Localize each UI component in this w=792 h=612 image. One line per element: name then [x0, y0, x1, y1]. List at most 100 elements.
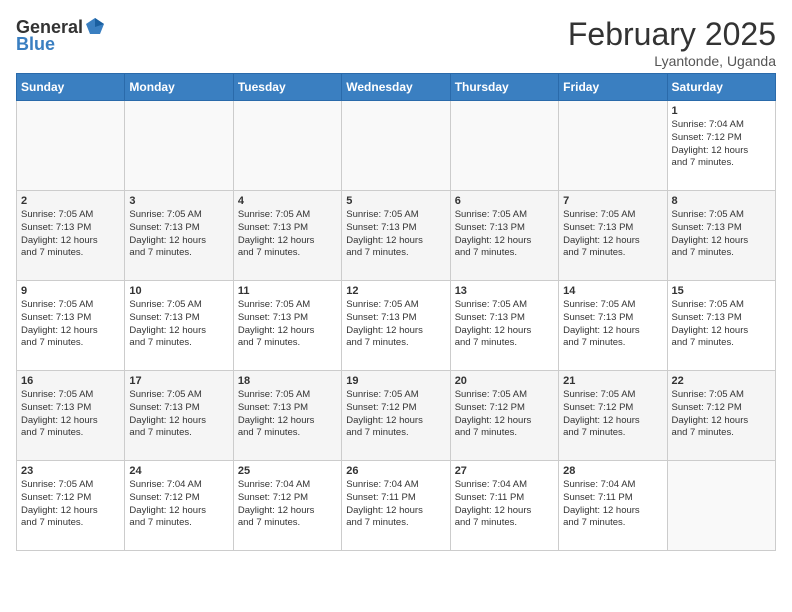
week-row-1: 1Sunrise: 7:04 AM Sunset: 7:12 PM Daylig… — [17, 101, 776, 191]
day-number: 28 — [563, 465, 662, 477]
day-number: 8 — [672, 195, 771, 207]
day-info: Sunrise: 7:05 AM Sunset: 7:13 PM Dayligh… — [238, 209, 337, 260]
week-row-4: 16 Sunrise: 7:05 AM Sunset: 7:13 PM Dayli… — [17, 371, 776, 461]
day-cell: 28 Sunrise: 7:04 AM Sunset: 7:11 PM Dayli… — [559, 461, 667, 551]
day-number: 18 — [238, 375, 337, 387]
day-number: 23 — [21, 465, 120, 477]
weekday-header-sunday: Sunday — [17, 74, 125, 101]
day-cell: 1Sunrise: 7:04 AM Sunset: 7:12 PM Daylig… — [667, 101, 775, 191]
day-info: Sunrise: 7:04 AM Sunset: 7:11 PM Dayligh… — [563, 479, 662, 530]
day-cell — [667, 461, 775, 551]
day-info: Sunrise: 7:05 AM Sunset: 7:12 PM Dayligh… — [672, 389, 771, 440]
day-number: 1 — [672, 105, 771, 117]
calendar-table: SundayMondayTuesdayWednesdayThursdayFrid… — [16, 73, 776, 551]
day-info: Sunrise: 7:05 AM Sunset: 7:13 PM Dayligh… — [238, 299, 337, 350]
weekday-header-tuesday: Tuesday — [233, 74, 341, 101]
day-info: Sunrise: 7:05 AM Sunset: 7:13 PM Dayligh… — [455, 209, 554, 260]
day-cell: 21 Sunrise: 7:05 AM Sunset: 7:12 PM Dayli… — [559, 371, 667, 461]
day-info: Sunrise: 7:05 AM Sunset: 7:13 PM Dayligh… — [21, 209, 120, 260]
day-cell: 24 Sunrise: 7:04 AM Sunset: 7:12 PM Dayli… — [125, 461, 233, 551]
day-number: 16 — [21, 375, 120, 387]
day-info: Sunrise: 7:05 AM Sunset: 7:12 PM Dayligh… — [563, 389, 662, 440]
day-number: 15 — [672, 285, 771, 297]
day-cell — [17, 101, 125, 191]
day-number: 9 — [21, 285, 120, 297]
day-cell: 3Sunrise: 7:05 AM Sunset: 7:13 PM Daylig… — [125, 191, 233, 281]
day-cell: 20Sunrise: 7:05 AM Sunset: 7:12 PM Dayli… — [450, 371, 558, 461]
day-number: 12 — [346, 285, 445, 297]
day-cell: 10Sunrise: 7:05 AM Sunset: 7:13 PM Dayli… — [125, 281, 233, 371]
day-cell — [559, 101, 667, 191]
day-info: Sunrise: 7:05 AM Sunset: 7:13 PM Dayligh… — [455, 299, 554, 350]
day-cell: 4 Sunrise: 7:05 AM Sunset: 7:13 PM Daylig… — [233, 191, 341, 281]
weekday-header-wednesday: Wednesday — [342, 74, 450, 101]
day-number: 5 — [346, 195, 445, 207]
day-cell: 18Sunrise: 7:05 AM Sunset: 7:13 PM Dayli… — [233, 371, 341, 461]
day-number: 22 — [672, 375, 771, 387]
title-block: February 2025 Lyantonde, Uganda — [568, 16, 776, 69]
day-cell — [450, 101, 558, 191]
day-cell: 2Sunrise: 7:05 AM Sunset: 7:13 PM Daylig… — [17, 191, 125, 281]
day-cell: 8 Sunrise: 7:05 AM Sunset: 7:13 PM Daylig… — [667, 191, 775, 281]
week-row-5: 23 Sunrise: 7:05 AM Sunset: 7:12 PM Dayli… — [17, 461, 776, 551]
week-row-2: 2Sunrise: 7:05 AM Sunset: 7:13 PM Daylig… — [17, 191, 776, 281]
day-info: Sunrise: 7:04 AM Sunset: 7:12 PM Dayligh… — [238, 479, 337, 530]
weekday-header-friday: Friday — [559, 74, 667, 101]
day-info: Sunrise: 7:05 AM Sunset: 7:13 PM Dayligh… — [672, 209, 771, 260]
day-info: Sunrise: 7:05 AM Sunset: 7:13 PM Dayligh… — [129, 209, 228, 260]
day-cell: 5 Sunrise: 7:05 AM Sunset: 7:13 PM Daylig… — [342, 191, 450, 281]
day-number: 13 — [455, 285, 554, 297]
day-info: Sunrise: 7:05 AM Sunset: 7:13 PM Dayligh… — [346, 209, 445, 260]
weekday-header-thursday: Thursday — [450, 74, 558, 101]
day-cell: 27 Sunrise: 7:04 AM Sunset: 7:11 PM Dayli… — [450, 461, 558, 551]
day-number: 25 — [238, 465, 337, 477]
day-info: Sunrise: 7:05 AM Sunset: 7:13 PM Dayligh… — [21, 389, 120, 440]
day-number: 14 — [563, 285, 662, 297]
day-number: 24 — [129, 465, 228, 477]
day-info: Sunrise: 7:05 AM Sunset: 7:13 PM Dayligh… — [21, 299, 120, 350]
logo-blue: Blue — [16, 34, 55, 55]
day-cell: 7 Sunrise: 7:05 AM Sunset: 7:13 PM Daylig… — [559, 191, 667, 281]
day-cell: 6 Sunrise: 7:05 AM Sunset: 7:13 PM Daylig… — [450, 191, 558, 281]
day-cell: 17Sunrise: 7:05 AM Sunset: 7:13 PM Dayli… — [125, 371, 233, 461]
day-cell: 26 Sunrise: 7:04 AM Sunset: 7:11 PM Dayli… — [342, 461, 450, 551]
day-cell — [125, 101, 233, 191]
weekday-header-monday: Monday — [125, 74, 233, 101]
logo-flag-icon — [84, 16, 106, 38]
day-info: Sunrise: 7:05 AM Sunset: 7:12 PM Dayligh… — [346, 389, 445, 440]
day-number: 17 — [129, 375, 228, 387]
calendar-title: February 2025 — [568, 16, 776, 53]
day-info: Sunrise: 7:04 AM Sunset: 7:12 PM Dayligh… — [129, 479, 228, 530]
day-cell: 23 Sunrise: 7:05 AM Sunset: 7:12 PM Dayli… — [17, 461, 125, 551]
day-number: 26 — [346, 465, 445, 477]
day-cell: 9 Sunrise: 7:05 AM Sunset: 7:13 PM Daylig… — [17, 281, 125, 371]
day-cell: 12 Sunrise: 7:05 AM Sunset: 7:13 PM Dayli… — [342, 281, 450, 371]
day-number: 4 — [238, 195, 337, 207]
day-cell — [233, 101, 341, 191]
day-info: Sunrise: 7:05 AM Sunset: 7:13 PM Dayligh… — [346, 299, 445, 350]
day-number: 7 — [563, 195, 662, 207]
day-info: Sunrise: 7:05 AM Sunset: 7:13 PM Dayligh… — [563, 299, 662, 350]
day-number: 19 — [346, 375, 445, 387]
day-cell: 25 Sunrise: 7:04 AM Sunset: 7:12 PM Dayli… — [233, 461, 341, 551]
day-cell: 16 Sunrise: 7:05 AM Sunset: 7:13 PM Dayli… — [17, 371, 125, 461]
day-info: Sunrise: 7:05 AM Sunset: 7:12 PM Dayligh… — [21, 479, 120, 530]
day-number: 27 — [455, 465, 554, 477]
day-number: 20 — [455, 375, 554, 387]
day-cell: 22 Sunrise: 7:05 AM Sunset: 7:12 PM Dayli… — [667, 371, 775, 461]
day-info: Sunrise: 7:05 AM Sunset: 7:13 PM Dayligh… — [563, 209, 662, 260]
day-number: 6 — [455, 195, 554, 207]
day-cell: 14 Sunrise: 7:05 AM Sunset: 7:13 PM Dayli… — [559, 281, 667, 371]
weekday-header-row: SundayMondayTuesdayWednesdayThursdayFrid… — [17, 74, 776, 101]
calendar-subtitle: Lyantonde, Uganda — [568, 53, 776, 69]
logo: General Blue — [16, 16, 106, 55]
week-row-3: 9 Sunrise: 7:05 AM Sunset: 7:13 PM Daylig… — [17, 281, 776, 371]
day-cell: 11 Sunrise: 7:05 AM Sunset: 7:13 PM Dayli… — [233, 281, 341, 371]
day-number: 11 — [238, 285, 337, 297]
day-cell: 15Sunrise: 7:05 AM Sunset: 7:13 PM Dayli… — [667, 281, 775, 371]
day-number: 21 — [563, 375, 662, 387]
weekday-header-saturday: Saturday — [667, 74, 775, 101]
day-info: Sunrise: 7:04 AM Sunset: 7:11 PM Dayligh… — [455, 479, 554, 530]
day-info: Sunrise: 7:04 AM Sunset: 7:11 PM Dayligh… — [346, 479, 445, 530]
page-header: General Blue February 2025 Lyantonde, Ug… — [16, 16, 776, 69]
